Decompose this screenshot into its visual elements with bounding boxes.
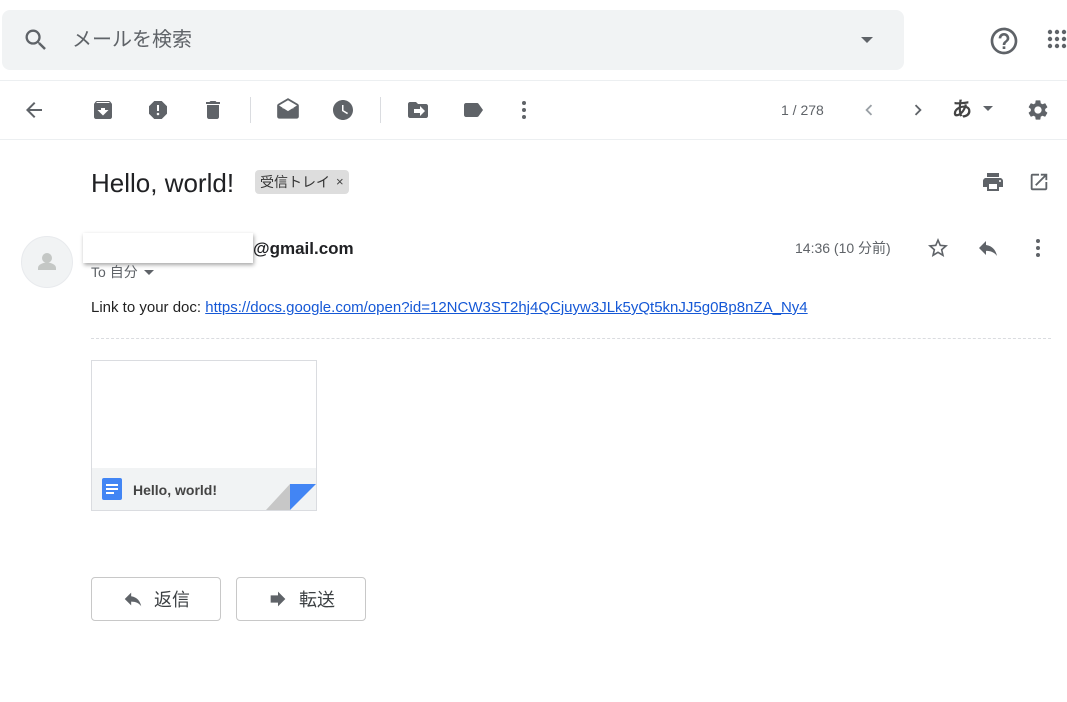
message-timestamp: 14:36 (10 分前) (795, 240, 891, 256)
redacted-sender-name (83, 233, 253, 263)
to-prefix: To (91, 264, 106, 280)
reply-icon[interactable] (974, 234, 1002, 262)
move-to-icon[interactable] (404, 96, 432, 124)
sender-avatar (21, 236, 73, 288)
attachment-name: Hello, world! (133, 482, 217, 498)
chevron-down-icon (143, 270, 154, 275)
snooze-icon[interactable] (329, 96, 357, 124)
reply-button[interactable]: 返信 (91, 577, 221, 621)
help-icon[interactable] (988, 25, 1020, 57)
next-icon[interactable] (904, 96, 932, 124)
message-more-icon[interactable] (1024, 234, 1052, 262)
attachment-footer: Hello, world! (92, 468, 316, 510)
message-subject: Hello, world! (91, 168, 235, 198)
message-body: Link to your doc: https://docs.google.co… (91, 299, 808, 317)
doc-link[interactable]: https://docs.google.com/open?id=12NCW3ST… (205, 299, 807, 316)
recipient-details-toggle[interactable]: To 自分 (91, 263, 156, 281)
attachment-corner-fold (266, 484, 316, 510)
toolbar-divider (250, 97, 251, 123)
docs-icon (102, 478, 122, 500)
apps-icon[interactable] (1046, 28, 1067, 52)
search-options-dropdown-icon[interactable] (855, 30, 879, 50)
settings-icon[interactable] (1024, 96, 1052, 124)
to-recipient: 自分 (109, 264, 138, 280)
search-icon[interactable] (22, 26, 50, 54)
delete-icon[interactable] (199, 96, 227, 124)
attachment-card[interactable]: Hello, world! (91, 360, 317, 511)
mark-unread-icon[interactable] (274, 96, 302, 124)
body-text-prefix: Link to your doc: (91, 299, 206, 316)
toolbar-divider (380, 97, 381, 123)
forward-icon (270, 591, 286, 607)
open-new-window-icon[interactable] (1025, 168, 1053, 196)
reply-button-label: 返信 (154, 590, 190, 610)
search-input[interactable]: メールを検索 (72, 28, 192, 52)
label-chip-inbox[interactable]: 受信トレイ × (255, 170, 349, 194)
star-icon[interactable] (924, 234, 952, 262)
forward-button[interactable]: 転送 (236, 577, 366, 621)
input-tools-button[interactable]: あ (952, 98, 972, 122)
sender-email: @gmail.com (253, 239, 354, 258)
reply-icon (124, 592, 142, 607)
page-counter: 1 / 278 (781, 102, 824, 118)
body-divider (91, 338, 1051, 339)
more-icon[interactable] (510, 96, 538, 124)
prev-icon[interactable] (855, 96, 883, 124)
report-spam-icon[interactable] (144, 96, 172, 124)
input-tools-dropdown-icon[interactable] (980, 101, 996, 117)
print-icon[interactable] (979, 168, 1007, 196)
back-icon[interactable] (20, 96, 48, 124)
forward-button-label: 転送 (299, 590, 335, 610)
remove-label-icon[interactable]: × (336, 170, 344, 194)
label-icon[interactable] (459, 96, 487, 124)
label-chip-text: 受信トレイ (260, 174, 330, 190)
archive-icon[interactable] (89, 96, 117, 124)
